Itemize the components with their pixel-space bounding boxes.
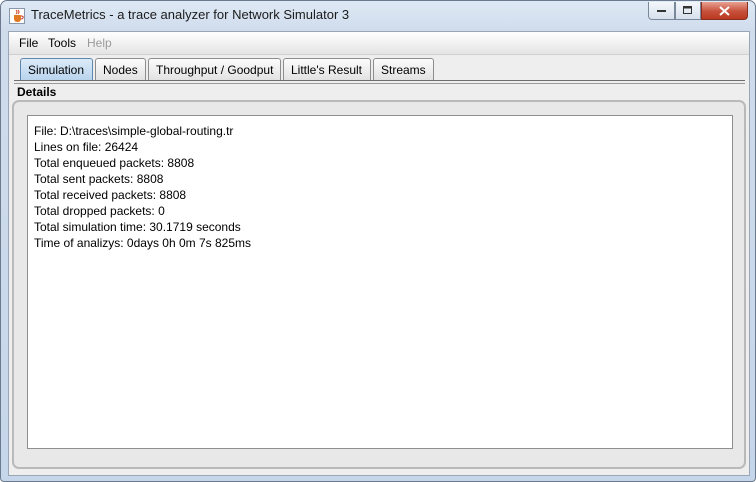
- tab-divider: [14, 80, 745, 84]
- window-title: TraceMetrics - a trace analyzer for Netw…: [31, 7, 350, 22]
- analysis-time-line: Time of analizys: 0days 0h 0m 7s 825ms: [34, 236, 251, 250]
- tab-throughput-goodput[interactable]: Throughput / Goodput: [148, 58, 281, 80]
- details-heading: Details: [17, 85, 57, 99]
- java-cup-icon: [9, 8, 25, 24]
- sent-packets-line: Total sent packets: 8808: [34, 172, 164, 186]
- tab-nodes[interactable]: Nodes: [95, 58, 146, 80]
- title-bar[interactable]: TraceMetrics - a trace analyzer for Netw…: [1, 1, 755, 31]
- details-panel: File: D:\traces\simple-global-routing.tr…: [12, 100, 746, 469]
- minimize-button[interactable]: [648, 2, 675, 20]
- file-line: File: D:\traces\simple-global-routing.tr: [34, 124, 234, 138]
- app-window: TraceMetrics - a trace analyzer for Netw…: [0, 0, 756, 482]
- tab-strip: Simulation Nodes Throughput / Goodput Li…: [9, 54, 749, 81]
- details-text-area[interactable]: File: D:\traces\simple-global-routing.tr…: [27, 115, 733, 449]
- menu-file[interactable]: File: [19, 36, 38, 50]
- menu-bar: File Tools Help: [9, 32, 749, 55]
- received-packets-line: Total received packets: 8808: [34, 188, 187, 202]
- tab-simulation[interactable]: Simulation: [20, 58, 93, 80]
- maximize-icon: [683, 6, 692, 14]
- lines-on-file-line: Lines on file: 26424: [34, 140, 139, 154]
- minimize-icon: [656, 9, 666, 12]
- maximize-button[interactable]: [675, 2, 701, 20]
- menu-help[interactable]: Help: [87, 36, 112, 50]
- close-button[interactable]: [701, 2, 748, 20]
- tab-littles-result[interactable]: Little's Result: [283, 58, 371, 80]
- simulation-time-line: Total simulation time: 30.1719 seconds: [34, 220, 241, 234]
- dropped-packets-line: Total dropped packets: 0: [34, 204, 165, 218]
- tab-streams[interactable]: Streams: [373, 58, 434, 80]
- enqueued-packets-line: Total enqueued packets: 8808: [34, 156, 195, 170]
- menu-tools[interactable]: Tools: [48, 36, 76, 50]
- close-icon: [719, 5, 730, 16]
- client-area: File Tools Help Simulation Nodes Through…: [8, 31, 750, 476]
